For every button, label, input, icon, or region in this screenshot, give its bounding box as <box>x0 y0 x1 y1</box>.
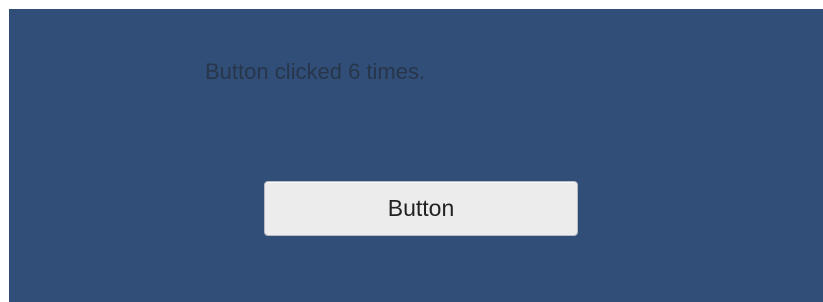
main-panel: Button clicked 6 times. Button <box>9 9 823 302</box>
click-button[interactable]: Button <box>264 181 578 236</box>
click-count-label: Button clicked 6 times. <box>205 59 426 84</box>
